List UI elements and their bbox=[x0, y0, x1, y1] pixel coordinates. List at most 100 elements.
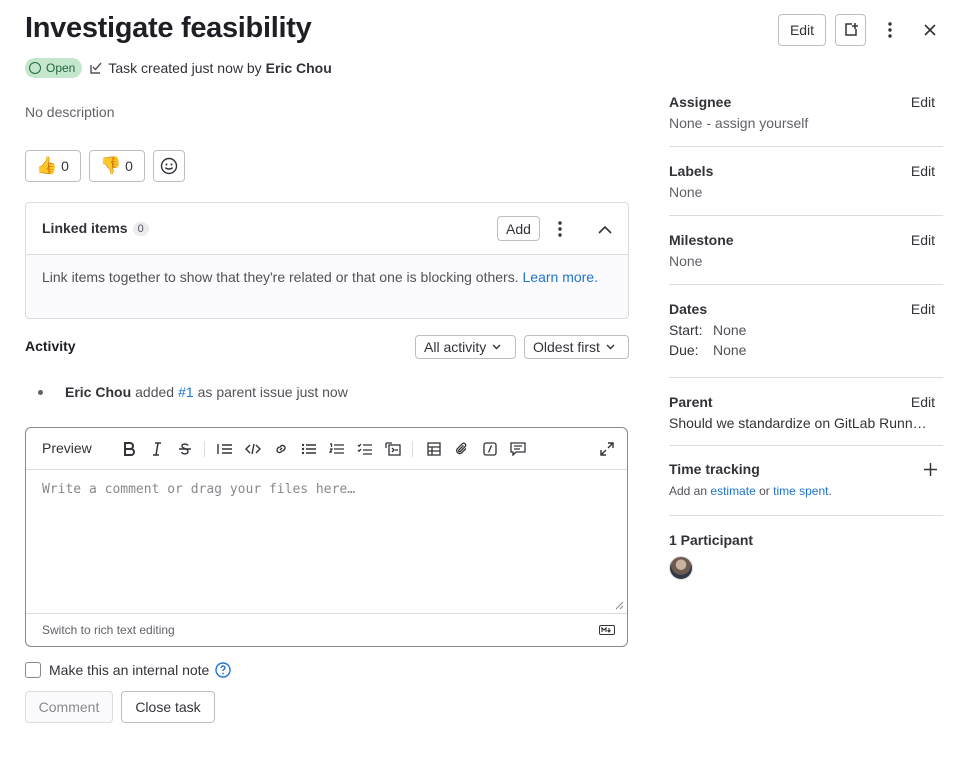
add-time-spent-link[interactable]: time spent bbox=[773, 484, 828, 498]
activity-sort-dropdown[interactable]: Oldest first bbox=[524, 335, 629, 359]
switch-to-rich-text-button[interactable]: Switch to rich text editing bbox=[42, 623, 175, 637]
bullet-list-icon[interactable] bbox=[300, 440, 318, 458]
sidebar-time-tracking: Time tracking Add an estimate or time sp… bbox=[669, 446, 943, 516]
thumbs-up-icon: 👍 bbox=[36, 156, 58, 175]
numbered-list-icon[interactable] bbox=[328, 440, 346, 458]
parent-issue-link[interactable]: #1 bbox=[178, 384, 194, 400]
comment-template-icon[interactable] bbox=[509, 440, 527, 458]
task-meta: Open Task created just now by Eric Chou bbox=[25, 58, 332, 78]
labels-value: None bbox=[669, 184, 703, 200]
award-emoji-bar: 👍 0 👎 0 bbox=[25, 150, 193, 182]
collapsible-icon[interactable] bbox=[384, 440, 402, 458]
kebab-icon bbox=[888, 22, 892, 38]
thumbs-down-button[interactable]: 👎 0 bbox=[88, 150, 145, 182]
activity-item: Eric Chou added #1 as parent issue just … bbox=[38, 384, 348, 400]
table-icon[interactable] bbox=[425, 440, 443, 458]
sidebar-assignee: Assignee Edit None - assign yourself bbox=[669, 85, 943, 147]
sidebar-milestone: Milestone Edit None bbox=[669, 216, 943, 285]
parent-title: Parent bbox=[669, 394, 713, 410]
milestone-title: Milestone bbox=[669, 232, 734, 248]
time-tracking-title: Time tracking bbox=[669, 461, 760, 477]
parent-link[interactable]: Should we standardize on GitLab Runn… bbox=[669, 415, 943, 431]
quick-action-icon[interactable] bbox=[481, 440, 499, 458]
activity-filter-dropdown[interactable]: All activity bbox=[415, 335, 516, 359]
resize-grip-icon[interactable] bbox=[615, 601, 624, 610]
toolbar-divider bbox=[412, 441, 413, 457]
linked-items-more-button[interactable] bbox=[546, 215, 574, 243]
milestone-value: None bbox=[669, 253, 703, 269]
dates-edit-button[interactable]: Edit bbox=[911, 301, 935, 317]
activity-author[interactable]: Eric Chou bbox=[65, 384, 131, 400]
task-list-icon[interactable] bbox=[356, 440, 374, 458]
timeline-dot bbox=[38, 389, 43, 395]
close-drawer-button[interactable] bbox=[916, 14, 944, 46]
activity-rest: as parent issue just now bbox=[197, 384, 348, 400]
link-icon[interactable] bbox=[272, 440, 290, 458]
add-linked-item-button[interactable]: Add bbox=[497, 216, 540, 241]
start-date-row: Start: None bbox=[669, 322, 747, 338]
author-link[interactable]: Eric Chou bbox=[266, 60, 332, 76]
question-icon[interactable] bbox=[215, 662, 232, 678]
due-date-value: None bbox=[713, 342, 747, 358]
linked-items-title: Linked items 0 bbox=[42, 220, 149, 236]
status-open-icon bbox=[29, 62, 41, 74]
avatar[interactable] bbox=[669, 556, 693, 580]
learn-more-link[interactable]: Learn more. bbox=[523, 269, 598, 285]
created-text: Task created just now by bbox=[108, 60, 262, 76]
chevron-up-icon bbox=[598, 225, 612, 234]
attach-icon[interactable] bbox=[453, 440, 471, 458]
internal-note-label[interactable]: Make this an internal note bbox=[49, 662, 209, 678]
edit-button[interactable]: Edit bbox=[778, 14, 826, 46]
chevron-down-icon bbox=[492, 344, 501, 350]
page-title: Investigate feasibility bbox=[25, 12, 312, 44]
fullscreen-icon[interactable] bbox=[598, 440, 616, 458]
comment-button[interactable]: Comment bbox=[25, 691, 113, 723]
kebab-icon bbox=[558, 221, 562, 237]
activity-title: Activity bbox=[25, 338, 76, 354]
linked-items-count: 0 bbox=[132, 222, 149, 236]
close-task-button[interactable]: Close task bbox=[121, 691, 215, 723]
time-tracking-help: Add an estimate or time spent. bbox=[669, 484, 832, 498]
header-actions: Edit bbox=[778, 14, 944, 46]
add-estimate-link[interactable]: estimate bbox=[710, 484, 755, 498]
comment-editor: Preview Switch to rich text editing bbox=[25, 427, 628, 647]
new-tab-icon bbox=[844, 23, 858, 36]
collapse-linked-items-button[interactable] bbox=[591, 215, 619, 243]
plus-icon[interactable] bbox=[924, 463, 937, 476]
italic-icon[interactable] bbox=[148, 440, 166, 458]
status-badge: Open bbox=[25, 58, 83, 78]
task-icon bbox=[90, 62, 102, 74]
linked-items-header: Linked items 0 Add bbox=[26, 203, 628, 255]
close-icon bbox=[924, 24, 936, 36]
comment-textarea[interactable] bbox=[26, 470, 627, 613]
bold-icon[interactable] bbox=[120, 440, 138, 458]
preview-tab[interactable]: Preview bbox=[42, 440, 92, 456]
parent-edit-button[interactable]: Edit bbox=[911, 394, 935, 410]
code-icon[interactable] bbox=[244, 440, 262, 458]
dates-title: Dates bbox=[669, 301, 708, 317]
sidebar: Assignee Edit None - assign yourself Lab… bbox=[669, 85, 943, 580]
linked-items-card: Linked items 0 Add Link items together to… bbox=[25, 202, 629, 319]
more-actions-button[interactable] bbox=[876, 14, 904, 46]
assign-yourself-link[interactable]: None - assign yourself bbox=[669, 115, 943, 131]
internal-note-checkbox[interactable] bbox=[25, 662, 41, 678]
labels-title: Labels bbox=[669, 163, 714, 179]
quote-icon[interactable] bbox=[216, 440, 234, 458]
sidebar-dates: Dates Edit Start: None Due: None bbox=[669, 285, 943, 378]
chevron-down-icon bbox=[606, 344, 615, 350]
milestone-edit-button[interactable]: Edit bbox=[911, 232, 935, 248]
assignee-edit-button[interactable]: Edit bbox=[911, 94, 935, 110]
labels-edit-button[interactable]: Edit bbox=[911, 163, 935, 179]
markdown-icon bbox=[599, 625, 615, 635]
add-reaction-button[interactable] bbox=[152, 150, 185, 182]
participants-title: 1 Participant bbox=[669, 532, 754, 548]
thumbs-up-button[interactable]: 👍 0 bbox=[25, 150, 81, 182]
strikethrough-icon[interactable] bbox=[176, 440, 194, 458]
sidebar-parent: Parent Edit Should we standardize on Git… bbox=[669, 378, 943, 446]
editor-toolbar: Preview bbox=[26, 428, 627, 470]
thumbs-down-count: 0 bbox=[125, 158, 133, 174]
thumbs-up-count: 0 bbox=[61, 158, 69, 174]
due-date-row: Due: None bbox=[669, 342, 747, 358]
open-in-new-tab-button[interactable] bbox=[835, 14, 866, 46]
description-empty: No description bbox=[25, 104, 115, 120]
